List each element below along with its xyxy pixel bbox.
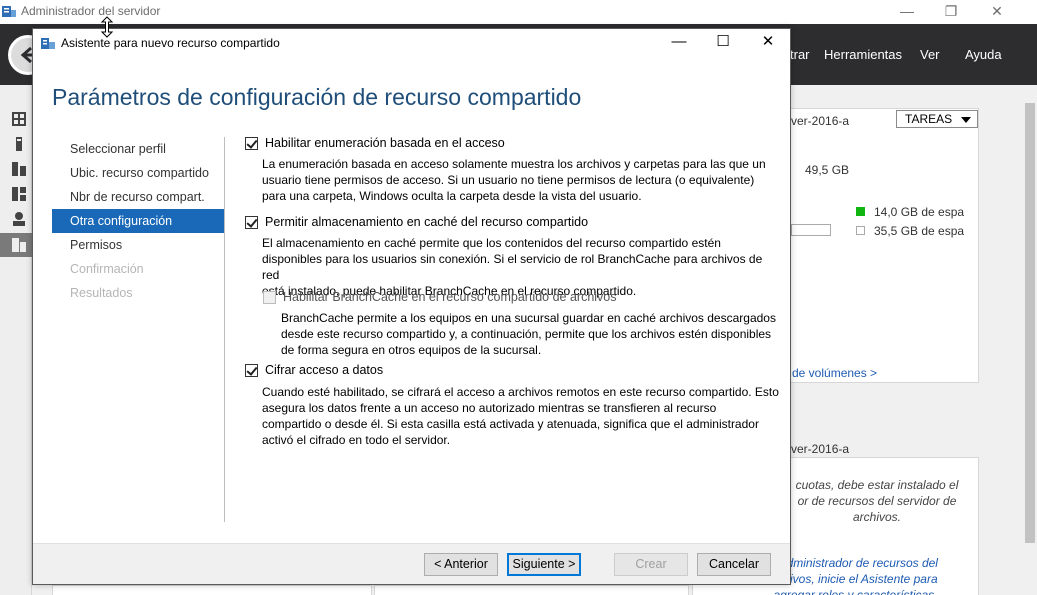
bg-minimize-button[interactable]: — [884,0,930,24]
details-panel [374,585,689,595]
description-line: para una carpeta, Windows oculta la carp… [262,189,642,203]
all-servers-icon[interactable] [11,161,27,177]
file-services-icon[interactable] [11,186,27,202]
used-space-legend-swatch [856,207,865,216]
branchcache-checkbox [263,290,276,304]
new-share-wizard-dialog: Asistente para nuevo recurso compartido … [32,28,791,585]
abe-checkbox[interactable] [245,136,258,150]
description-line: compartido o desde él. Si esta casilla e… [262,417,759,431]
wizard-steps-nav: Seleccionar perfil Ubic. recurso compart… [52,137,224,305]
bg-scrollbar-thumb[interactable] [1025,103,1035,543]
add-roles-link-line: agregar roles y características. [773,588,938,595]
encrypt-option[interactable]: Cifrar acceso a datos [245,361,383,379]
tasks-label: TAREAS [905,112,953,126]
nav-step-permissions[interactable]: Permisos [52,233,224,257]
encrypt-description: Cuando esté habilitado, se cifrará el ac… [262,384,782,448]
description-line: BranchCache permite a los equipos en una… [281,311,776,325]
server-name-label-2: ver-2016-a [791,442,850,456]
capacity-bar [791,224,831,236]
branchcache-option: Habilitar BranchCache en el recurso comp… [263,288,617,306]
used-space-label: 14,0 GB de espac [874,205,964,219]
users-icon[interactable] [11,211,27,227]
caching-option[interactable]: Permitir almacenamiento en caché del rec… [245,213,588,231]
abe-option[interactable]: Habilitar enumeración basada en el acces… [245,134,505,152]
branchcache-description: BranchCache permite a los equipos en una… [281,310,781,358]
quota-info-line: or de recursos del servidor de [797,494,957,508]
server-name-label: ver-2016-a [791,114,850,128]
server-manager-titlebar: Administrador del servidor — ❐ ✕ [0,0,1037,24]
description-line: de forma segura en otros equipos de la s… [281,343,542,357]
quota-info-text: cuotas, debe estar instalado el or de re… [792,477,962,525]
local-server-icon[interactable] [11,136,27,152]
server-manager-sidebar [0,85,32,595]
caching-checkbox[interactable] [245,215,258,229]
dialog-close-button[interactable]: ✕ [745,29,791,57]
dialog-titlebar[interactable]: Asistente para nuevo recurso compartido … [33,29,790,57]
free-space-legend-swatch [856,226,865,235]
server-manager-icon [2,6,16,17]
create-button: Crear [614,553,688,576]
volumes-link[interactable]: de volúmenes > [792,366,877,380]
bg-close-button[interactable]: ✕ [974,0,1020,24]
caching-label[interactable]: Permitir almacenamiento en caché del rec… [265,215,588,229]
menu-view[interactable]: Ver [920,47,940,62]
nav-step-results: Resultados [70,286,133,300]
shares-icon[interactable] [0,233,32,257]
description-line: usuario tiene permisos de acceso. Si un … [262,173,755,187]
description-line: activó el cifrado en todo el servidor. [262,433,451,447]
dialog-minimize-button[interactable]: — [656,29,702,57]
chevron-down-icon [961,117,971,123]
capacity-value: 49,5 GB [805,163,850,177]
encrypt-checkbox[interactable] [245,363,258,377]
bg-maximize-button[interactable]: ❐ [928,0,974,24]
dashboard-icon[interactable] [11,111,27,127]
nav-step-other-settings[interactable]: Otra configuración [52,209,224,233]
abe-description: La enumeración basada en acceso solament… [262,156,777,204]
nav-step-share-location[interactable]: Ubic. recurso compartido [52,161,224,185]
page-title: Parámetros de configuración de recurso c… [52,84,582,110]
server-manager-title: Administrador del servidor [21,4,161,18]
tasks-dropdown[interactable]: TAREAS [896,110,978,128]
nav-step-share-name[interactable]: Nbr de recurso compart. [52,185,224,209]
cancel-button[interactable]: Cancelar [697,553,771,576]
description-line: desde este recurso compartido y, a conti… [281,327,772,341]
quota-info-line: archivos. [852,510,902,524]
description-line: asegura los datos frente a un acceso no … [262,401,717,415]
menu-manage[interactable]: trar [790,47,810,62]
back-button[interactable]: < Anterior [424,553,498,576]
dialog-maximize-button[interactable]: ☐ [700,29,746,57]
nav-step-confirmation: Confirmación [70,262,144,276]
encrypt-label[interactable]: Cifrar acceso a datos [265,363,383,377]
shares-panel [52,585,372,595]
dialog-title: Asistente para nuevo recurso compartido [61,36,280,50]
menu-help[interactable]: Ayuda [965,47,1002,62]
description-line: El almacenamiento en caché permite que l… [262,236,721,250]
description-line: disponibles para los usuarios sin conexi… [262,252,763,282]
nav-divider [224,137,225,522]
share-wizard-icon [41,38,55,49]
description-line: La enumeración basada en acceso solament… [262,157,766,171]
description-line: Cuando esté habilitado, se cifrará el ac… [262,385,779,399]
menu-tools[interactable]: Herramientas [824,47,902,62]
quota-info-line: cuotas, debe estar instalado el [795,478,959,492]
nav-step-select-profile[interactable]: Seleccionar perfil [52,137,224,161]
next-button[interactable]: Siguiente > [507,553,581,576]
resize-cursor-icon [101,16,113,38]
free-space-label: 35,5 GB de espac [874,224,964,238]
branchcache-label: Habilitar BranchCache en el recurso comp… [283,290,617,304]
abe-label[interactable]: Habilitar enumeración basada en el acces… [265,136,505,150]
